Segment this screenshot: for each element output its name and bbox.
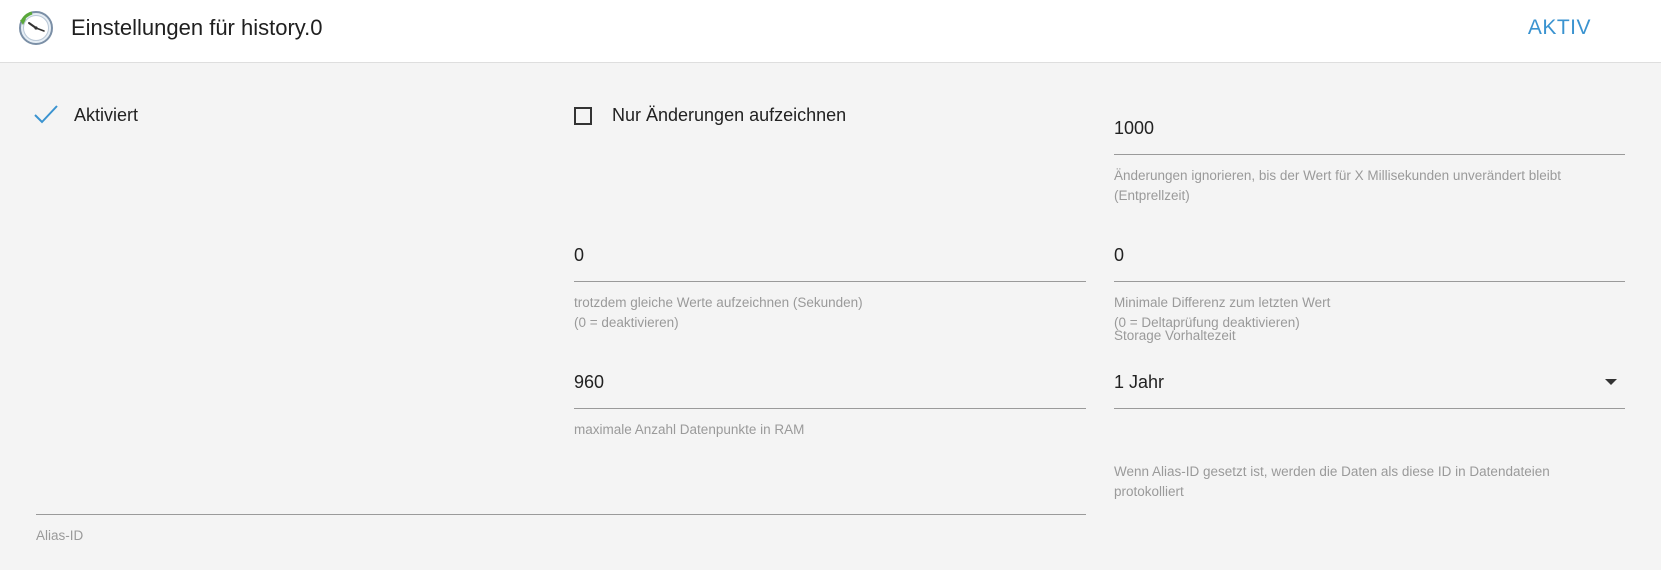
record-same-values-helper: trotzdem gleiche Werte aufzeichnen (Seku… xyxy=(574,293,1086,333)
retention-select[interactable]: 1 Jahr xyxy=(1114,368,1625,410)
min-difference-input[interactable] xyxy=(1114,241,1625,269)
changes-only-label: Nur Änderungen aufzeichnen xyxy=(612,105,847,125)
record-same-values-input[interactable] xyxy=(574,241,1086,269)
field-underline xyxy=(574,408,1086,409)
alias-id-helper: Wenn Alias-ID gesetzt ist, werden die Da… xyxy=(1114,462,1634,502)
helper-line: Minimale Differenz zum letzten Wert xyxy=(1114,295,1331,310)
page-title: Einstellungen für history.0 xyxy=(71,15,323,40)
retention-label: Storage Vorhaltezeit xyxy=(1114,328,1236,343)
debounce-field[interactable] xyxy=(1114,114,1625,156)
max-ram-points-helper: maximale Anzahl Datenpunkte in RAM xyxy=(574,422,805,437)
changes-only-checkbox[interactable]: Nur Änderungen aufzeichnen xyxy=(574,105,846,126)
enabled-label: Aktiviert xyxy=(74,104,139,125)
debounce-helper: Änderungen ignorieren, bis der Wert für … xyxy=(1114,166,1634,206)
alias-id-field[interactable] xyxy=(36,474,1086,516)
record-same-values-field[interactable] xyxy=(574,241,1086,283)
field-underline xyxy=(1114,154,1625,155)
max-ram-points-input[interactable] xyxy=(574,368,1086,396)
enabled-checkbox[interactable]: Aktiviert xyxy=(32,101,138,129)
helper-line: (0 = deaktivieren) xyxy=(574,315,679,330)
debounce-input[interactable] xyxy=(1114,114,1625,142)
field-underline xyxy=(1114,281,1625,282)
field-underline xyxy=(1114,408,1625,409)
alias-id-label: Alias-ID xyxy=(36,528,84,543)
field-underline xyxy=(574,281,1086,282)
helper-line: Änderungen ignorieren, bis der Wert für … xyxy=(1114,168,1562,183)
helper-line: Wenn Alias-ID gesetzt ist, werden die Da… xyxy=(1114,464,1550,479)
clock-history-icon xyxy=(19,11,53,45)
alias-id-input[interactable] xyxy=(36,474,1086,502)
helper-line: (Entprellzeit) xyxy=(1114,188,1190,203)
dropdown-arrow-icon xyxy=(1605,379,1617,385)
field-underline xyxy=(36,514,1086,515)
active-status-button[interactable]: AKTIV xyxy=(1528,14,1591,42)
max-ram-points-field[interactable] xyxy=(574,368,1086,410)
helper-line: protokolliert xyxy=(1114,484,1184,499)
min-difference-field[interactable] xyxy=(1114,241,1625,283)
retention-selected-value: 1 Jahr xyxy=(1114,372,1165,392)
checkbox-box[interactable] xyxy=(574,106,592,125)
helper-line: trotzdem gleiche Werte aufzeichnen (Seku… xyxy=(574,295,863,310)
dialog-header: Einstellungen für history.0 AKTIV xyxy=(0,0,1661,63)
checkmark-icon xyxy=(34,105,58,124)
